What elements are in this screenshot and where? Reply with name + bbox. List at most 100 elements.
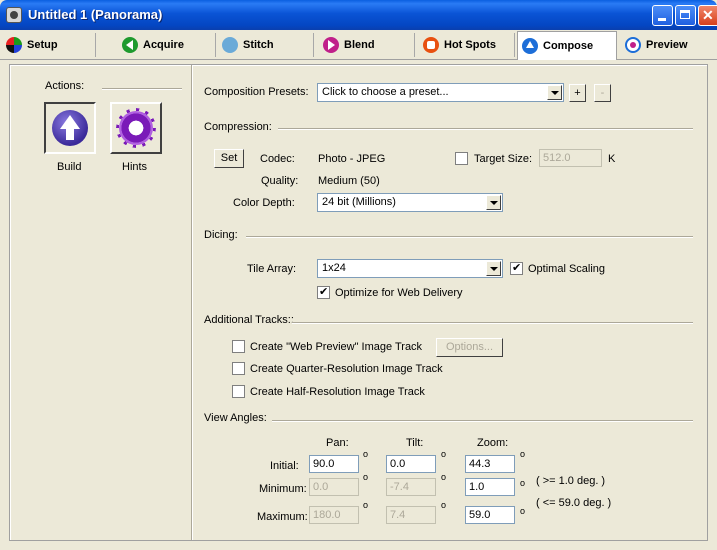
tab-label: Acquire	[143, 39, 184, 51]
view-angles-section-label: View Angles:	[204, 412, 267, 424]
tab-acquire[interactable]: Acquire	[118, 33, 216, 57]
target-size-checkbox[interactable]	[455, 152, 468, 165]
setup-icon	[6, 37, 22, 53]
maximum-zoom-hint: ( <= 59.0 deg. )	[536, 497, 612, 509]
remove-preset-button[interactable]: -	[594, 84, 611, 102]
quality-value: Medium (50)	[318, 175, 380, 187]
pan-header: Pan:	[326, 437, 349, 449]
tab-label: Stitch	[243, 39, 274, 51]
degree-symbol: o	[363, 472, 369, 482]
set-codec-button[interactable]: Set	[214, 149, 244, 168]
divider	[278, 128, 693, 130]
build-icon	[52, 110, 88, 146]
half-res-label: Create Half-Resolution Image Track	[250, 386, 425, 398]
compression-section-label: Compression:	[204, 121, 272, 133]
title-bar[interactable]: Untitled 1 (Panorama)	[0, 0, 717, 30]
initial-pan-field[interactable]: 90.0	[309, 455, 359, 473]
divider	[102, 88, 182, 90]
acquire-icon	[122, 37, 138, 53]
dicing-section-label: Dicing:	[204, 229, 238, 241]
degree-symbol: o	[520, 449, 526, 459]
add-preset-button[interactable]: +	[569, 84, 586, 102]
chevron-down-icon[interactable]	[547, 85, 562, 100]
web-preview-checkbox[interactable]	[232, 340, 245, 353]
tab-setup[interactable]: Setup	[2, 33, 96, 57]
target-size-field[interactable]: 512.0	[539, 149, 602, 167]
tab-label: Blend	[344, 39, 375, 51]
degree-symbol: o	[441, 472, 447, 482]
degree-symbol: o	[363, 500, 369, 510]
web-preview-label: Create "Web Preview" Image Track	[250, 341, 423, 353]
color-depth-value: 24 bit (Millions)	[322, 196, 396, 208]
minimum-zoom-field[interactable]: 1.0	[465, 478, 515, 496]
degree-symbol: o	[520, 478, 526, 488]
minimum-label: Minimum:	[259, 483, 307, 495]
tile-array-label: Tile Array:	[247, 263, 297, 275]
zoom-header: Zoom:	[477, 437, 509, 449]
chevron-down-icon[interactable]	[486, 195, 501, 210]
preview-icon	[625, 37, 641, 53]
quarter-res-label: Create Quarter-Resolution Image Track	[250, 363, 443, 375]
minimum-pan-field[interactable]: 0.0	[309, 478, 359, 496]
tab-bar: Setup Acquire Stitch Blend Hot Spots Com…	[0, 30, 717, 60]
tile-array-value: 1x24	[322, 262, 346, 274]
target-size-unit: K	[608, 153, 616, 165]
initial-zoom-field[interactable]: 44.3	[465, 455, 515, 473]
tab-label: Setup	[27, 39, 58, 51]
degree-symbol: o	[363, 449, 369, 459]
half-res-checkbox[interactable]	[232, 385, 245, 398]
quarter-res-checkbox[interactable]	[232, 362, 245, 375]
optimal-scaling-label: Optimal Scaling	[528, 263, 606, 275]
tab-preview[interactable]: Preview	[621, 33, 715, 57]
maximum-zoom-field[interactable]: 59.0	[465, 506, 515, 524]
compose-icon	[522, 38, 538, 54]
maximum-pan-field[interactable]: 180.0	[309, 506, 359, 524]
degree-symbol: o	[520, 506, 526, 516]
target-size-label: Target Size:	[474, 153, 533, 165]
app-icon[interactable]	[6, 7, 22, 23]
close-button[interactable]	[698, 5, 717, 26]
tab-compose[interactable]: Compose	[517, 31, 617, 60]
optimize-web-checkbox[interactable]	[317, 285, 330, 299]
minimum-tilt-field[interactable]: -7.4	[386, 478, 436, 496]
window-title: Untitled 1 (Panorama)	[28, 7, 163, 22]
divider	[191, 65, 193, 540]
hints-icon	[119, 111, 153, 145]
presets-value: Click to choose a preset...	[322, 86, 449, 98]
color-depth-dropdown[interactable]: 24 bit (Millions)	[317, 193, 503, 212]
minimize-button[interactable]	[652, 5, 673, 26]
optimal-scaling-checkbox[interactable]	[510, 261, 523, 275]
initial-label: Initial:	[270, 460, 299, 472]
hints-label: Hints	[122, 161, 148, 173]
tab-label: Preview	[646, 39, 688, 51]
blend-icon	[323, 37, 339, 53]
chevron-down-icon[interactable]	[486, 261, 501, 276]
actions-header: Actions:	[45, 80, 85, 92]
minimum-zoom-hint: ( >= 1.0 deg. )	[536, 475, 606, 487]
tab-label: Hot Spots	[444, 39, 496, 51]
tab-blend[interactable]: Blend	[319, 33, 415, 57]
hotspots-icon	[423, 37, 439, 53]
maximize-button[interactable]	[675, 5, 696, 26]
codec-value: Photo - JPEG	[318, 153, 386, 165]
quality-label: Quality:	[261, 175, 299, 187]
tab-hot-spots[interactable]: Hot Spots	[419, 33, 515, 57]
codec-label: Codec:	[260, 153, 295, 165]
tab-stitch[interactable]: Stitch	[218, 33, 314, 57]
divider	[246, 236, 693, 238]
degree-symbol: o	[441, 500, 447, 510]
presets-label: Composition Presets:	[204, 86, 309, 98]
build-button[interactable]	[44, 102, 96, 154]
options-button[interactable]: Options...	[436, 338, 503, 357]
presets-dropdown[interactable]: Click to choose a preset...	[317, 83, 564, 102]
initial-tilt-field[interactable]: 0.0	[386, 455, 436, 473]
maximum-tilt-field[interactable]: 7.4	[386, 506, 436, 524]
tab-label: Compose	[543, 40, 594, 52]
degree-symbol: o	[441, 449, 447, 459]
build-label: Build	[57, 161, 82, 173]
tracks-section-label: Additional Tracks::	[204, 314, 294, 326]
compose-panel: Actions: Build Hints Composition Presets…	[9, 64, 708, 541]
hints-button[interactable]	[110, 102, 162, 154]
tile-array-dropdown[interactable]: 1x24	[317, 259, 503, 278]
maximum-label: Maximum:	[257, 511, 308, 523]
